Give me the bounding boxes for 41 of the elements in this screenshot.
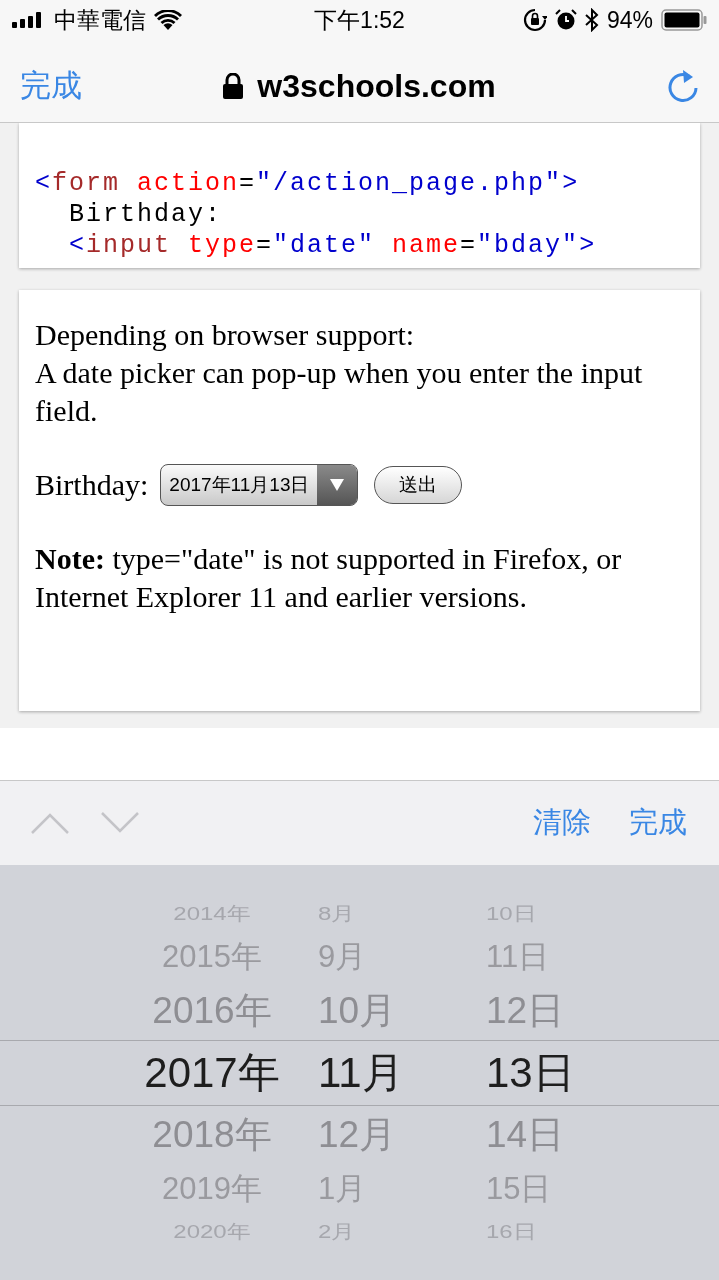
battery-icon: [661, 9, 707, 31]
selected-picker-row[interactable]: 2017年 11月 13日: [0, 1040, 719, 1106]
dropdown-arrow-icon: [329, 478, 346, 492]
day-option[interactable]: 11日: [486, 936, 636, 978]
month-option[interactable]: 9月: [318, 936, 460, 978]
bluetooth-icon: [584, 8, 599, 32]
reload-icon[interactable]: [667, 69, 699, 103]
year-option[interactable]: 2017年: [132, 1045, 292, 1101]
code-line: Birthday:: [68, 199, 223, 230]
chevron-down-icon[interactable]: [100, 811, 140, 835]
battery-percent: 94%: [606, 6, 653, 34]
note-text: Note: type="date" is not supported in Firefox, or Internet Explorer 11 and earlier versions.: [35, 541, 623, 615]
rotation-lock-icon: [522, 8, 547, 32]
day-option[interactable]: 15日: [486, 1168, 636, 1210]
month-option[interactable]: 10月: [318, 986, 460, 1036]
year-option[interactable]: 2016年: [132, 986, 292, 1036]
date-field[interactable]: 2017年11月13日: [160, 464, 359, 506]
month-option[interactable]: 1月: [318, 1168, 460, 1210]
clock-time: 下午1:52: [314, 5, 405, 35]
month-option[interactable]: 12月: [318, 1110, 460, 1160]
year-option[interactable]: 2018年: [132, 1110, 292, 1160]
day-option[interactable]: 12日: [486, 986, 636, 1036]
birthday-label: Birthday:: [35, 467, 149, 503]
clear-button[interactable]: 清除: [533, 803, 591, 843]
day-option[interactable]: 14日: [486, 1110, 636, 1160]
lock-icon: [223, 73, 244, 99]
submit-button[interactable]: 送出: [374, 466, 463, 504]
description-text: Depending on browser support: A date picker can pop-up when you enter the input field.: [35, 317, 644, 429]
alarm-icon: [554, 9, 577, 31]
chevron-up-icon[interactable]: [30, 811, 70, 835]
month-option[interactable]: 11月: [318, 1045, 460, 1101]
carrier-name: 中華電信: [54, 5, 146, 35]
year-option[interactable]: 2019年: [132, 1168, 292, 1210]
code-line: <form action="/action_page.php">: [35, 168, 580, 199]
code-line: <input type="date" name="bday">: [68, 230, 597, 261]
url-text[interactable]: w3schools.com: [257, 67, 496, 105]
year-option[interactable]: 2015年: [132, 936, 292, 978]
done-button[interactable]: 完成: [629, 803, 687, 843]
done-button[interactable]: 完成: [20, 65, 82, 107]
wifi-icon: [154, 10, 182, 30]
day-option[interactable]: 13日: [486, 1045, 636, 1101]
